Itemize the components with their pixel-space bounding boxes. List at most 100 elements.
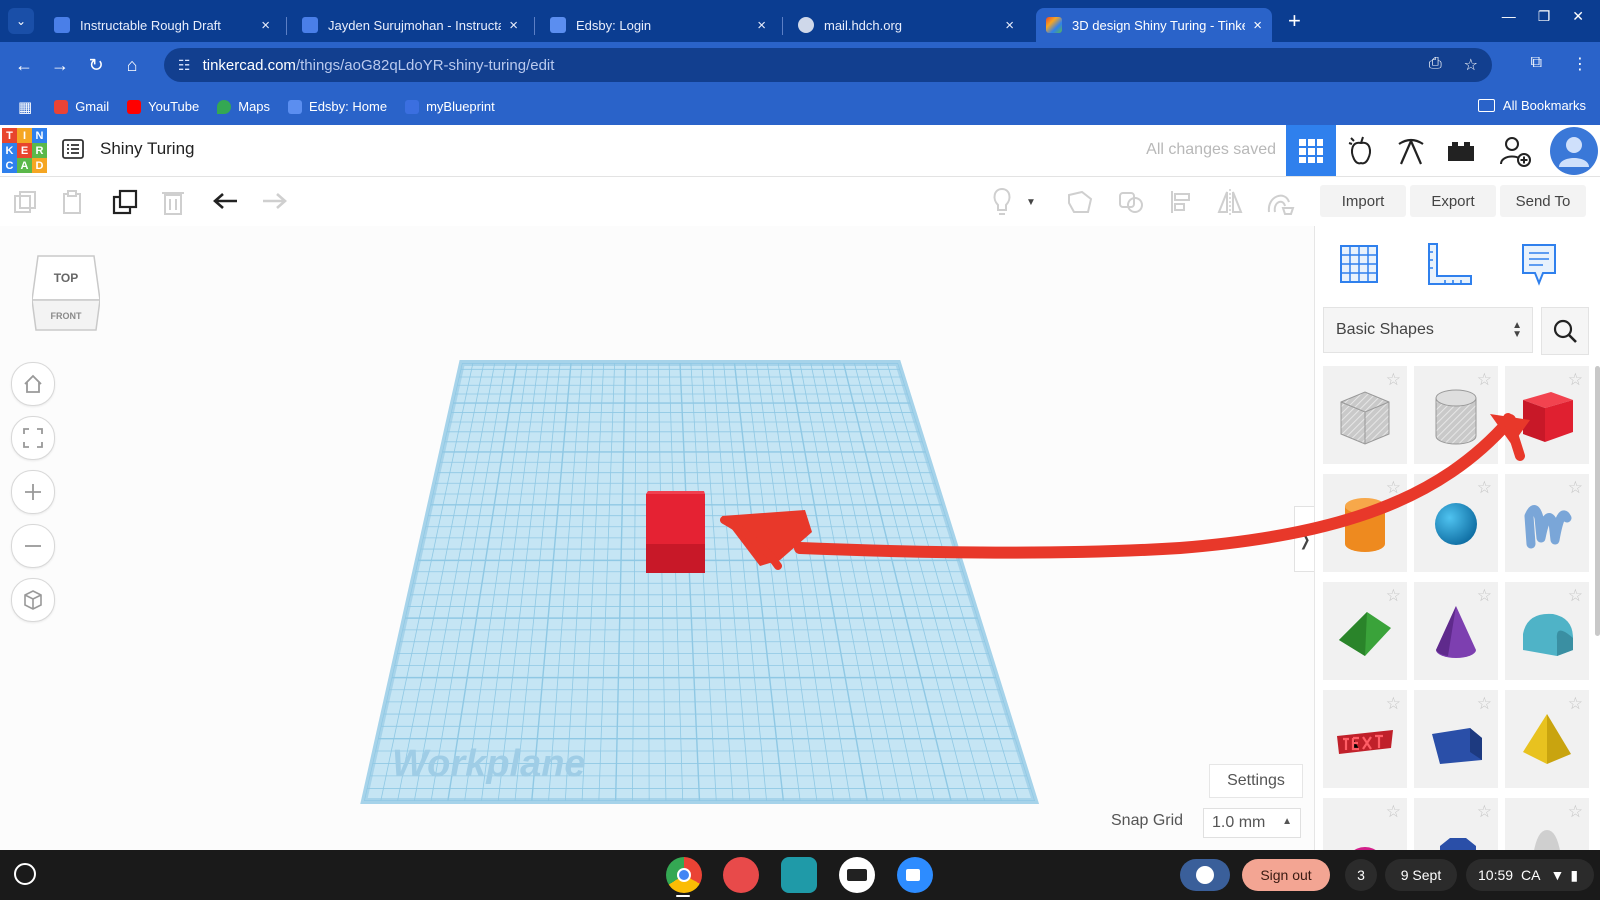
collapse-panel-button[interactable]: ❭ bbox=[1294, 506, 1315, 572]
forward-icon[interactable]: → bbox=[42, 55, 78, 76]
ruler-tool-button[interactable] bbox=[1425, 240, 1473, 288]
3d-design-view-button[interactable] bbox=[1286, 125, 1336, 176]
shape-roof[interactable]: ☆ bbox=[1323, 582, 1407, 680]
shape-text[interactable]: ☆ bbox=[1323, 690, 1407, 788]
minimize-icon[interactable]: — bbox=[1502, 8, 1516, 25]
reload-icon[interactable]: ↻ bbox=[78, 55, 114, 76]
paste-button[interactable] bbox=[57, 186, 89, 218]
import-button[interactable]: Import bbox=[1320, 185, 1406, 217]
workplane-label: Workplane bbox=[392, 743, 586, 785]
shape-paraboloid[interactable]: ☆ bbox=[1505, 798, 1589, 854]
browser-tab-tinkercad[interactable]: 3D design Shiny Turing - Tinker × bbox=[1036, 8, 1272, 42]
bookmark-gmail[interactable]: Gmail bbox=[54, 99, 109, 114]
shape-sphere[interactable]: ☆ bbox=[1414, 474, 1498, 572]
shape-cylinder[interactable]: ☆ bbox=[1323, 474, 1407, 572]
shape-half-sphere[interactable]: ☆ bbox=[1323, 798, 1407, 854]
browser-tab-edsby-login[interactable]: Edsby: Login × bbox=[540, 8, 783, 42]
shape-library-select[interactable]: Basic Shapes ▲ ▼ bbox=[1323, 307, 1533, 353]
shape-box-hole[interactable]: ☆ bbox=[1323, 366, 1407, 464]
bricks-button[interactable] bbox=[1436, 125, 1486, 176]
user-avatar[interactable] bbox=[1550, 127, 1598, 175]
bookmark-star-icon[interactable]: ☆ bbox=[1464, 55, 1478, 75]
bookmark-youtube[interactable]: YouTube bbox=[127, 99, 199, 114]
browser-tab-instructable-draft[interactable]: Instructable Rough Draft × bbox=[44, 8, 287, 42]
grid-icon bbox=[1299, 138, 1323, 163]
bookmark-myblueprint[interactable]: myBlueprint bbox=[405, 99, 495, 114]
send-to-button[interactable]: Send To bbox=[1500, 185, 1586, 217]
snap-grid-select[interactable]: 1.0 mm ▲ bbox=[1203, 808, 1301, 838]
copy-button[interactable] bbox=[9, 186, 41, 218]
bookmark-edsby-home[interactable]: Edsby: Home bbox=[288, 99, 387, 114]
install-app-icon[interactable]: ⎙ bbox=[1429, 55, 1442, 75]
delete-button[interactable] bbox=[157, 186, 189, 218]
notes-light-button[interactable] bbox=[986, 186, 1018, 218]
notes-dropdown[interactable]: ▼ bbox=[1022, 186, 1040, 218]
align-button[interactable] bbox=[1166, 186, 1198, 218]
browser-tab-mail[interactable]: mail.hdch.org × bbox=[788, 8, 1024, 42]
blocks-button[interactable] bbox=[1386, 125, 1436, 176]
shape-pyramid[interactable]: ☆ bbox=[1505, 690, 1589, 788]
edsby-icon bbox=[288, 99, 303, 114]
canvas-app-icon[interactable] bbox=[723, 857, 759, 893]
shape-polygon[interactable]: ☆ bbox=[1414, 798, 1498, 854]
status-tray[interactable]: 10:59 CA ▼ ▮ bbox=[1466, 859, 1594, 891]
browser-tab-jayden[interactable]: Jayden Surujmohan - Instructal × bbox=[292, 8, 535, 42]
workplane[interactable]: Workplane bbox=[0, 226, 1300, 850]
extensions-icon[interactable]: ⧉ bbox=[1531, 54, 1542, 74]
invite-collaborator-button[interactable] bbox=[1490, 125, 1540, 176]
address-bar[interactable]: ☷ tinkercad.com /things/aoG82qLdoYR-shin… bbox=[164, 48, 1492, 82]
all-bookmarks[interactable]: All Bookmarks bbox=[1477, 98, 1586, 113]
screen-capture-tray[interactable] bbox=[1180, 859, 1230, 891]
mirror-button[interactable] bbox=[1214, 186, 1246, 218]
sign-out-button[interactable]: Sign out bbox=[1242, 859, 1330, 891]
notes-tool-button[interactable] bbox=[1515, 240, 1563, 288]
tinkercad-logo[interactable]: T I N K E R C A D bbox=[2, 128, 47, 173]
shape-cylinder-hole[interactable]: ☆ bbox=[1414, 366, 1498, 464]
bookmark-maps[interactable]: Maps bbox=[217, 99, 270, 114]
tab-close-icon[interactable]: × bbox=[1253, 17, 1262, 34]
duplicate-button[interactable] bbox=[109, 186, 141, 218]
export-button[interactable]: Export bbox=[1410, 185, 1496, 217]
shape-search-button[interactable] bbox=[1541, 307, 1589, 355]
chrome-app-icon[interactable] bbox=[666, 857, 702, 893]
red-box-shape[interactable] bbox=[646, 491, 705, 573]
workplane-tool-button[interactable] bbox=[1335, 240, 1383, 288]
shape-scribble[interactable]: ☆ bbox=[1505, 474, 1589, 572]
settings-button[interactable]: Settings bbox=[1209, 764, 1303, 798]
launcher-icon[interactable] bbox=[14, 863, 36, 885]
design-title[interactable]: Shiny Turing bbox=[100, 139, 195, 159]
sim-lab-button[interactable] bbox=[1336, 125, 1386, 176]
design-list-icon[interactable] bbox=[62, 138, 84, 160]
tab-close-icon[interactable]: × bbox=[509, 17, 518, 34]
date-display[interactable]: 9 Sept bbox=[1385, 859, 1457, 891]
shape-cone[interactable]: ☆ bbox=[1414, 582, 1498, 680]
notification-count[interactable]: 3 bbox=[1345, 859, 1377, 891]
ungroup-button[interactable] bbox=[1115, 186, 1147, 218]
shape-round-roof[interactable]: ☆ bbox=[1505, 582, 1589, 680]
restore-icon[interactable]: ❐ bbox=[1538, 8, 1551, 25]
undo-button[interactable] bbox=[210, 186, 242, 218]
tab-close-icon[interactable]: × bbox=[1005, 17, 1014, 34]
add-user-icon bbox=[1500, 136, 1531, 167]
tab-search-chevron-icon[interactable]: ⌄ bbox=[8, 8, 34, 34]
shape-wedge[interactable]: ☆ bbox=[1414, 690, 1498, 788]
design-canvas[interactable]: TOP FRONT Workplane Settings Snap Grid 1… bbox=[0, 226, 1315, 850]
tab-close-icon[interactable]: × bbox=[261, 17, 270, 34]
kindle-app-icon[interactable] bbox=[839, 857, 875, 893]
logo-letter: A bbox=[17, 158, 32, 173]
tab-close-icon[interactable]: × bbox=[757, 17, 766, 34]
classroom-app-icon[interactable] bbox=[781, 857, 817, 893]
site-info-icon[interactable]: ☷ bbox=[178, 57, 191, 74]
browser-menu-icon[interactable]: ⋮ bbox=[1572, 54, 1588, 74]
group-button[interactable] bbox=[1064, 186, 1096, 218]
window-close-icon[interactable]: ✕ bbox=[1572, 8, 1584, 25]
zoom-app-icon[interactable] bbox=[897, 857, 933, 893]
redo-button[interactable] bbox=[258, 186, 290, 218]
back-icon[interactable]: ← bbox=[6, 55, 42, 76]
panel-scrollbar[interactable] bbox=[1595, 366, 1600, 636]
new-tab-button[interactable]: + bbox=[1288, 8, 1301, 34]
home-icon[interactable]: ⌂ bbox=[114, 55, 150, 76]
cruise-button[interactable] bbox=[1264, 186, 1296, 218]
shape-box[interactable]: ☆ bbox=[1505, 366, 1589, 464]
apps-grid-icon[interactable]: ▦ bbox=[18, 98, 32, 116]
